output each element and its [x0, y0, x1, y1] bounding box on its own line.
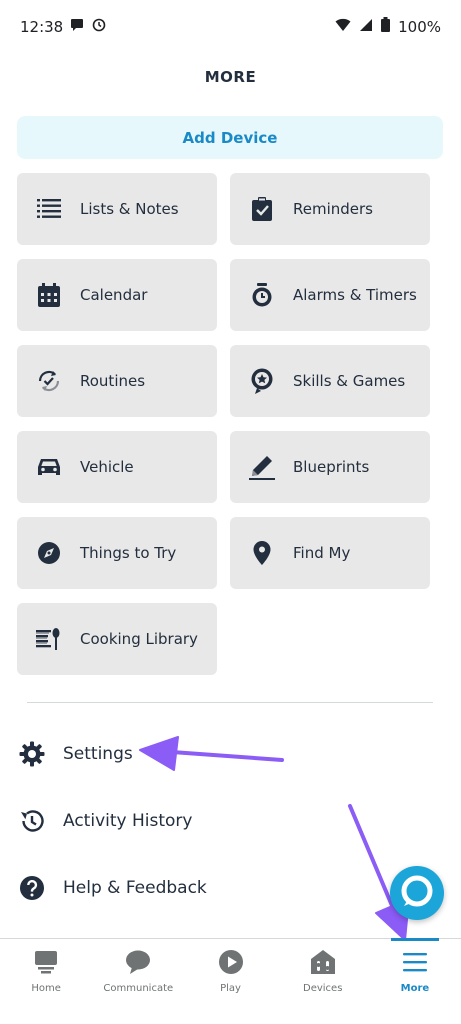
location-pin-icon — [248, 539, 276, 567]
tile-skills-games[interactable]: Skills & Games — [230, 345, 430, 417]
tile-routines[interactable]: Routines — [17, 345, 217, 417]
tile-label: Things to Try — [80, 544, 177, 562]
tile-alarms-timers[interactable]: Alarms & Timers — [230, 259, 430, 331]
wifi-icon — [335, 18, 351, 36]
activity-history-label: Activity History — [63, 811, 193, 831]
tile-cooking-library[interactable]: Cooking Library — [17, 603, 217, 675]
list-icon — [35, 195, 63, 223]
tab-devices[interactable]: Devices — [277, 939, 369, 1024]
add-device-label: Add Device — [182, 128, 278, 147]
alarm-clock-icon — [248, 281, 276, 309]
help-feedback-label: Help & Feedback — [63, 878, 207, 898]
tile-label: Skills & Games — [293, 372, 406, 390]
tab-communicate[interactable]: Communicate — [92, 939, 184, 1024]
tile-label: Calendar — [80, 286, 148, 304]
timer-notification-icon — [92, 17, 106, 36]
battery-icon — [381, 17, 391, 36]
tile-calendar[interactable]: Calendar — [17, 259, 217, 331]
history-icon — [18, 807, 46, 835]
tile-blueprints[interactable]: Blueprints — [230, 431, 430, 503]
devices-icon — [308, 947, 338, 977]
tile-label: Blueprints — [293, 458, 370, 476]
tab-label: Home — [31, 983, 61, 994]
tile-find-my[interactable]: Find My — [230, 517, 430, 589]
tile-label: Reminders — [293, 200, 373, 218]
tile-vehicle[interactable]: Vehicle — [17, 431, 217, 503]
cooking-icon — [35, 625, 63, 653]
bottom-tab-bar: Home Communicate Play Devices More — [0, 938, 461, 1024]
tile-label: Alarms & Timers — [293, 286, 417, 304]
clipboard-check-icon — [248, 195, 276, 223]
menu-icon — [400, 947, 430, 977]
status-bar: 12:38 100% — [0, 0, 461, 56]
tile-label: Vehicle — [80, 458, 134, 476]
tile-label: Lists & Notes — [80, 200, 179, 218]
tab-play[interactable]: Play — [184, 939, 276, 1024]
chat-bubble-icon — [123, 947, 153, 977]
tile-reminders[interactable]: Reminders — [230, 173, 430, 245]
settings-label: Settings — [63, 744, 133, 764]
tile-label: Cooking Library — [80, 630, 198, 648]
tile-things-to-try[interactable]: Things to Try — [17, 517, 217, 589]
tile-label: Find My — [293, 544, 351, 562]
status-time: 12:38 — [20, 18, 64, 36]
compass-icon — [35, 539, 63, 567]
section-divider — [27, 702, 433, 703]
signal-icon — [359, 18, 373, 36]
add-device-button[interactable]: Add Device — [17, 116, 443, 159]
tile-label: Routines — [80, 372, 146, 390]
activity-history-row[interactable]: Activity History — [0, 791, 461, 851]
page-title: MORE — [204, 68, 257, 86]
chat-notification-icon — [70, 17, 84, 36]
skills-icon — [248, 367, 276, 395]
gear-icon — [18, 740, 46, 768]
tab-label: Devices — [303, 983, 343, 994]
car-icon — [35, 453, 63, 481]
alexa-icon — [400, 874, 434, 912]
tab-label: More — [400, 983, 430, 994]
routines-icon — [35, 367, 63, 395]
tab-label: Play — [220, 983, 241, 994]
tab-more[interactable]: More — [369, 938, 461, 1024]
tab-home[interactable]: Home — [0, 939, 92, 1024]
battery-percent: 100% — [398, 17, 441, 36]
alexa-voice-button[interactable] — [390, 866, 444, 920]
play-icon — [216, 947, 246, 977]
pencil-icon — [248, 453, 276, 481]
home-icon — [31, 947, 61, 977]
settings-row[interactable]: Settings — [0, 724, 461, 784]
help-icon — [18, 874, 46, 902]
calendar-icon — [35, 281, 63, 309]
tile-lists-notes[interactable]: Lists & Notes — [17, 173, 217, 245]
tab-label: Communicate — [103, 983, 174, 994]
